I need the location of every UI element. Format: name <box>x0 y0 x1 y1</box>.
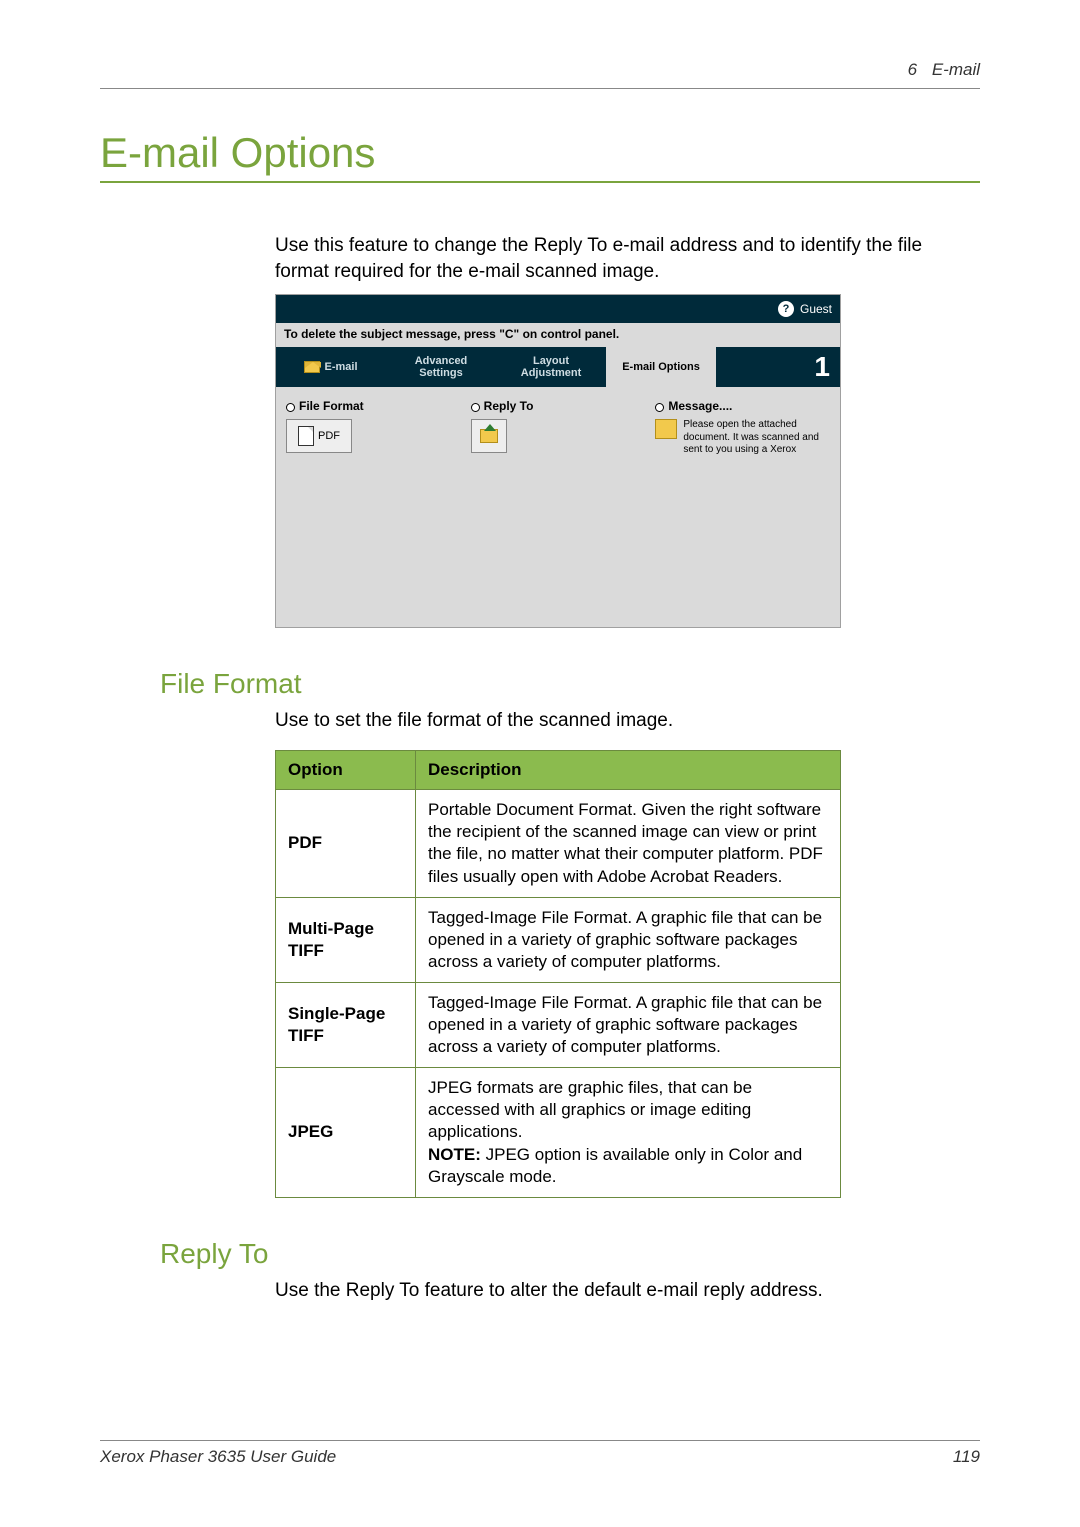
chapter-section: E-mail <box>932 60 980 79</box>
screenshot-topbar: ? Guest <box>276 295 840 323</box>
guest-label: Guest <box>800 302 832 316</box>
table-row: Single-Page TIFF Tagged-Image File Forma… <box>276 982 841 1067</box>
reply-to-intro: Use the Reply To feature to alter the de… <box>275 1280 980 1302</box>
note-text: JPEG option is available only in Color a… <box>428 1145 802 1186</box>
col-file-format: File Format PDF <box>286 399 461 615</box>
th-option: Option <box>276 751 416 790</box>
radio-icon <box>286 403 295 412</box>
tab-advanced-label: Advanced Settings <box>396 355 486 380</box>
note-label: NOTE: <box>428 1145 481 1164</box>
reply-to-title: Reply To <box>471 399 646 413</box>
tab-email-label: E-mail <box>324 361 357 374</box>
section-file-format: File Format <box>160 668 980 700</box>
message-icon <box>655 419 677 439</box>
reply-to-label: Reply To <box>484 399 534 413</box>
th-description: Description <box>416 751 841 790</box>
file-format-table: Option Description PDF Portable Document… <box>275 750 841 1197</box>
tab-layout-adjustment[interactable]: Layout Adjustment <box>496 347 606 387</box>
radio-icon <box>655 403 664 412</box>
message-text: Please open the attached document. It wa… <box>683 419 830 457</box>
table-row: Multi-Page TIFF Tagged-Image File Format… <box>276 897 841 982</box>
envelope-reply-icon <box>480 429 498 443</box>
opt-name: JPEG <box>276 1068 416 1197</box>
page-indicator: 1 <box>814 351 840 383</box>
opt-desc: JPEG formats are graphic files, that can… <box>416 1068 841 1197</box>
tab-email-options[interactable]: E-mail Options <box>606 347 716 387</box>
tab-advanced-settings[interactable]: Advanced Settings <box>386 347 496 387</box>
file-format-title: File Format <box>286 399 461 413</box>
email-icon <box>304 361 320 373</box>
page-footer: Xerox Phaser 3635 User Guide 119 <box>100 1440 980 1467</box>
screenshot-body: File Format PDF Reply To Message.... <box>276 387 840 627</box>
radio-icon <box>471 403 480 412</box>
col-reply-to: Reply To <box>471 399 646 615</box>
document-icon <box>298 426 314 446</box>
message-label: Message.... <box>668 399 732 413</box>
col-message: Message.... Please open the attached doc… <box>655 399 830 615</box>
file-format-intro: Use to set the file format of the scanne… <box>275 710 980 732</box>
table-row: PDF Portable Document Format. Given the … <box>276 790 841 897</box>
tab-email[interactable]: E-mail <box>276 347 386 387</box>
footer-left: Xerox Phaser 3635 User Guide <box>100 1447 336 1467</box>
table-row: JPEG JPEG formats are graphic files, tha… <box>276 1068 841 1197</box>
opt-desc: Tagged-Image File Format. A graphic file… <box>416 897 841 982</box>
file-format-value: PDF <box>318 430 340 442</box>
guest-icon: ? <box>778 301 794 317</box>
jpeg-desc-main: JPEG formats are graphic files, that can… <box>428 1078 752 1141</box>
footer-right: 119 <box>953 1447 980 1467</box>
device-screenshot: ? Guest To delete the subject message, p… <box>275 294 841 628</box>
reply-to-button[interactable] <box>471 419 507 453</box>
page-header: 6 E-mail <box>100 60 980 89</box>
section-reply-to: Reply To <box>160 1238 980 1270</box>
opt-name: PDF <box>276 790 416 897</box>
message-box[interactable]: Please open the attached document. It wa… <box>655 419 830 457</box>
tab-layout-label: Layout Adjustment <box>506 355 596 380</box>
opt-name: Single-Page TIFF <box>276 982 416 1067</box>
message-title: Message.... <box>655 399 830 413</box>
screenshot-hint: To delete the subject message, press "C"… <box>276 323 840 347</box>
page-title: E-mail Options <box>100 129 980 183</box>
opt-desc: Portable Document Format. Given the righ… <box>416 790 841 897</box>
chapter-number: 6 <box>908 60 917 79</box>
opt-name: Multi-Page TIFF <box>276 897 416 982</box>
table-header-row: Option Description <box>276 751 841 790</box>
file-format-button[interactable]: PDF <box>286 419 352 453</box>
screenshot-tabs: E-mail Advanced Settings Layout Adjustme… <box>276 347 840 387</box>
opt-desc: Tagged-Image File Format. A graphic file… <box>416 982 841 1067</box>
intro-paragraph: Use this feature to change the Reply To … <box>275 233 980 284</box>
file-format-label: File Format <box>299 399 364 413</box>
tab-options-label: E-mail Options <box>622 361 700 374</box>
